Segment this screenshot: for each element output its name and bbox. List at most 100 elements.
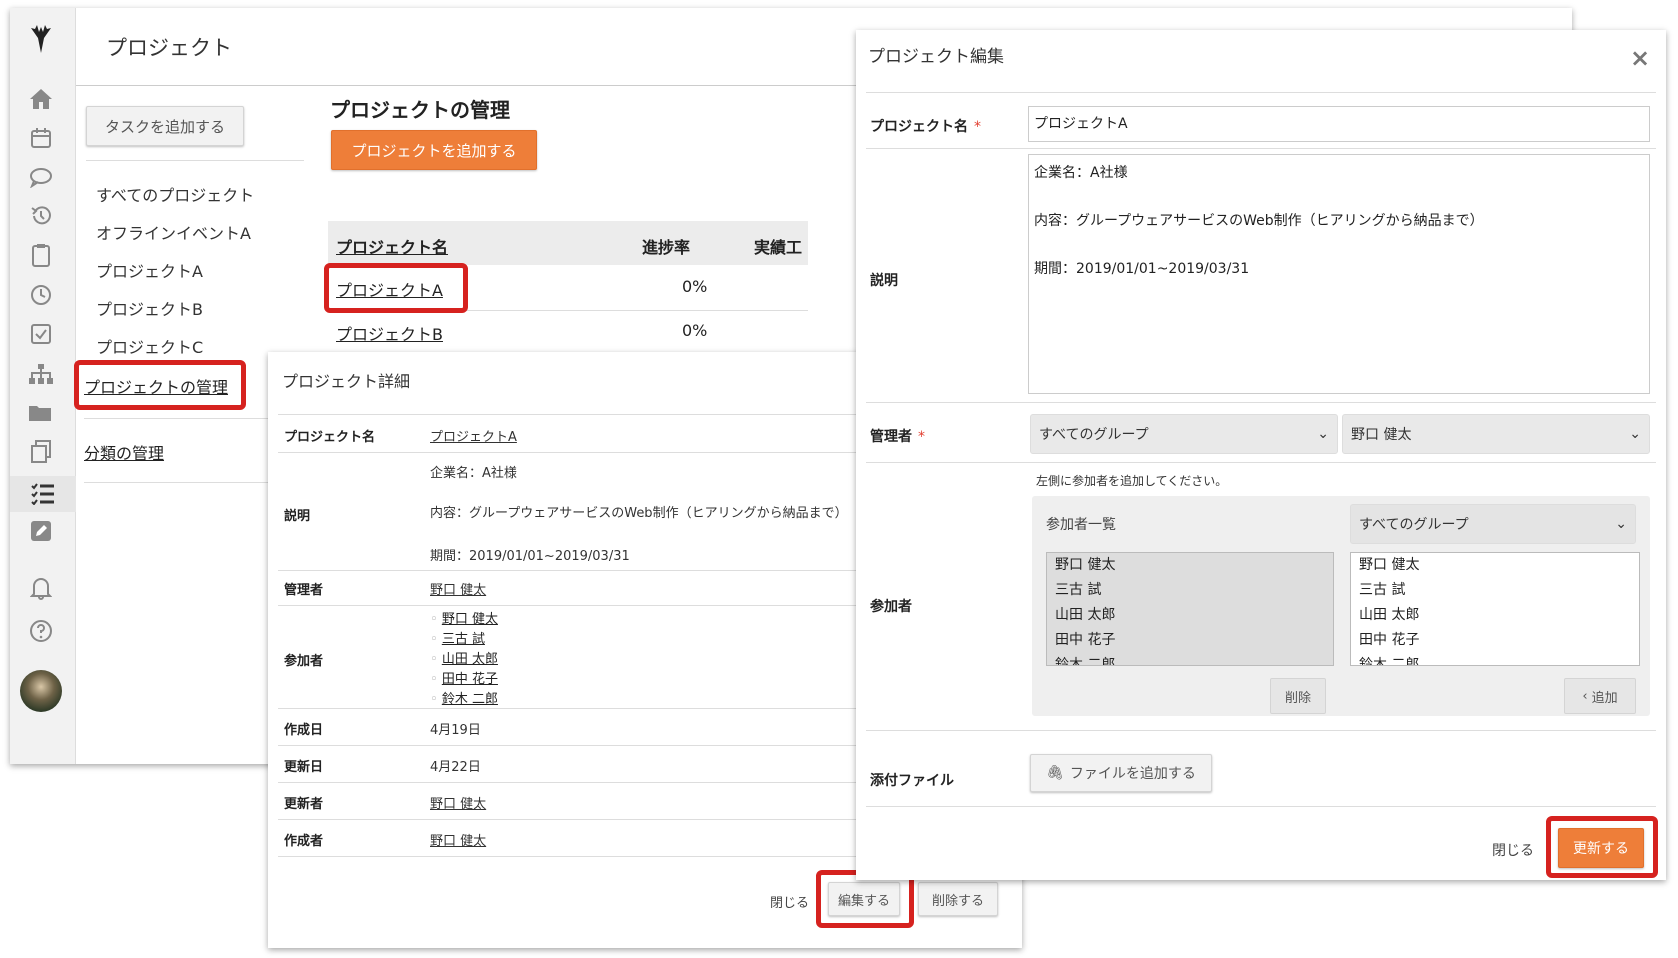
description-textarea[interactable]: 企業名：A社様 内容：グループウェアサービスのWeb制作（ヒアリングから納品まで… (1028, 154, 1650, 394)
field-label-created: 作成日 (284, 723, 324, 738)
list-item[interactable]: ◦ 田中 花子 (430, 670, 498, 690)
checkbox-icon[interactable] (26, 321, 56, 347)
field-label-attachments: 添付ファイル (870, 773, 954, 789)
nav-item-all-projects[interactable]: すべてのプロジェクト (96, 182, 254, 206)
selected-participants-list[interactable]: 野口 健太 三古 試 山田 太郎 田中 花子 鈴木 二郎 (1046, 552, 1334, 666)
updated-by-link[interactable]: 野口 健太 (430, 793, 486, 812)
divider (866, 402, 1656, 403)
home-icon[interactable] (26, 86, 56, 112)
copy-icon[interactable] (26, 439, 56, 465)
field-label-manager: 管理者 * (870, 429, 925, 445)
list-item[interactable]: 野口 健太 (1047, 553, 1333, 578)
divider (866, 92, 1656, 93)
task-list-icon[interactable] (10, 476, 76, 512)
field-label-description: 説明 (284, 509, 311, 524)
list-item[interactable]: 三古 試 (1047, 578, 1333, 603)
column-header-actual: 実績工 (754, 238, 803, 257)
paperclip-icon: 🖇 (1046, 765, 1064, 781)
available-participants-list[interactable]: 野口 健太 三古 試 山田 太郎 田中 花子 鈴木 二郎 (1350, 552, 1640, 666)
dialog-title: プロジェクト詳細 (282, 372, 411, 391)
created-by-link[interactable]: 野口 健太 (430, 830, 486, 849)
manage-categories-link[interactable]: 分類の管理 (84, 440, 164, 464)
list-item[interactable]: 山田 太郎 (1351, 603, 1639, 628)
manager-user-select[interactable]: 野口 健太 ⌄ (1342, 414, 1650, 454)
bell-icon[interactable] (26, 575, 56, 601)
org-chart-icon[interactable] (26, 361, 56, 387)
field-label-name: プロジェクト名 * (870, 119, 981, 135)
manager-group-select[interactable]: すべてのグループ ⌄ (1030, 414, 1338, 454)
project-name-link[interactable]: プロジェクトA (430, 426, 517, 445)
remove-participant-button[interactable]: 削除 (1270, 678, 1326, 714)
divider (866, 730, 1656, 731)
table-row-progress: 0% (682, 277, 708, 296)
close-icon[interactable]: × (1630, 44, 1650, 72)
divider (86, 160, 304, 161)
field-label-participants: 参加者 (870, 599, 912, 615)
highlight-box (74, 360, 246, 410)
description-line: 内容：グループウェアサービスのWeb制作（ヒアリングから納品まで） (430, 506, 848, 521)
field-label-participants: 参加者 (284, 654, 324, 669)
add-task-button[interactable]: タスクを追加する (86, 106, 244, 146)
icon-rail (10, 8, 76, 764)
list-item[interactable]: 野口 健太 (1351, 553, 1639, 578)
updated-date: 4月22日 (430, 760, 481, 775)
folder-icon[interactable] (26, 400, 56, 426)
created-date: 4月19日 (430, 723, 481, 738)
table-row-name-link[interactable]: プロジェクトB (336, 321, 443, 345)
list-item[interactable]: ◦ 三古 試 (430, 630, 498, 650)
nav-item-project-b[interactable]: プロジェクトB (96, 296, 203, 320)
clock-icon[interactable] (26, 282, 56, 308)
highlight-box (324, 263, 468, 313)
description-line: 期間：2019/01/01~2019/03/31 (430, 549, 630, 564)
list-item[interactable]: 山田 太郎 (1047, 603, 1333, 628)
calendar-icon[interactable] (26, 125, 56, 151)
column-header-progress: 進捗率 (642, 238, 691, 257)
list-item[interactable]: ◦ 山田 太郎 (430, 650, 498, 670)
project-edit-dialog: プロジェクト編集 × プロジェクト名 * プロジェクトA 説明 企業名：A社様 内… (856, 30, 1666, 880)
nav-item-project-a[interactable]: プロジェクトA (96, 258, 203, 282)
avatar[interactable] (20, 670, 62, 712)
list-item[interactable]: 三古 試 (1351, 578, 1639, 603)
list-item[interactable]: 鈴木 二郎 (1047, 653, 1333, 665)
participant-group-select[interactable]: すべてのグループ ⌄ (1350, 504, 1636, 544)
add-file-button[interactable]: 🖇 ファイルを追加する (1030, 754, 1212, 792)
chevron-down-icon: ⌄ (1615, 516, 1627, 532)
manager-link[interactable]: 野口 健太 (430, 579, 486, 598)
list-item[interactable]: 田中 花子 (1047, 628, 1333, 653)
close-link[interactable]: 閉じる (770, 892, 809, 911)
delete-button[interactable]: 削除する (918, 882, 998, 916)
list-item[interactable]: 田中 花子 (1351, 628, 1639, 653)
edit-icon[interactable] (26, 518, 56, 544)
list-item[interactable]: ◦ 鈴木 二郎 (430, 690, 498, 710)
field-label-description: 説明 (870, 273, 898, 289)
add-participant-button[interactable]: ‹ 追加 (1564, 678, 1636, 714)
column-header-name[interactable]: プロジェクト名 (336, 234, 448, 258)
list-item[interactable]: 鈴木 二郎 (1351, 653, 1639, 665)
logo-icon[interactable] (26, 25, 56, 53)
field-label-updated: 更新日 (284, 760, 324, 775)
chevron-left-icon: ‹ (1582, 688, 1588, 704)
field-label-name: プロジェクト名 (284, 430, 376, 445)
field-label-created-by: 作成者 (284, 834, 324, 849)
divider (866, 806, 1656, 807)
nav-item-offline-event[interactable]: オフラインイベントA (96, 220, 251, 244)
nav-item-project-c[interactable]: プロジェクトC (96, 334, 203, 358)
divider (866, 462, 1656, 463)
dialog-title: プロジェクト編集 (868, 47, 1004, 67)
participant-list-label: 参加者一覧 (1046, 517, 1116, 533)
participants-list: ◦ 野口 健太 ◦ 三古 試 ◦ 山田 太郎 ◦ 田中 花子 ◦ 鈴木 二郎 (430, 610, 498, 710)
add-project-button[interactable]: プロジェクトを追加する (331, 130, 537, 170)
chat-icon[interactable] (26, 164, 56, 190)
participants-hint: 左側に参加者を追加してください。 (1036, 474, 1228, 488)
field-label-updated-by: 更新者 (284, 797, 324, 812)
page-title: プロジェクト (106, 36, 232, 60)
list-item[interactable]: ◦ 野口 健太 (430, 610, 498, 630)
help-icon[interactable] (26, 618, 56, 644)
chevron-down-icon: ⌄ (1317, 426, 1329, 442)
clipboard-icon[interactable] (26, 242, 56, 268)
highlight-box (1546, 816, 1658, 878)
close-link[interactable]: 閉じる (1492, 840, 1534, 860)
history-icon[interactable] (26, 203, 56, 229)
manage-heading: プロジェクトの管理 (330, 98, 510, 122)
project-name-input[interactable]: プロジェクトA (1028, 106, 1650, 142)
